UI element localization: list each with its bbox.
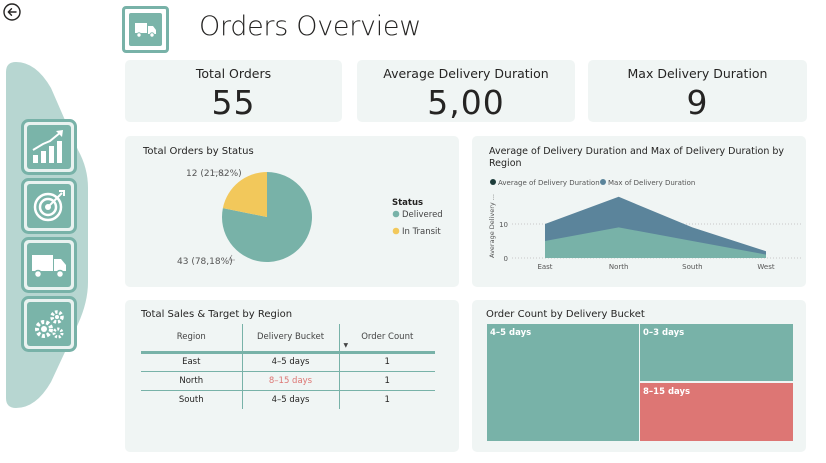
status-pie-chart: 12 (21,82%) 43 (78,18%) Status Delivered… [177,169,443,267]
column-header-delivery-bucket[interactable]: Delivery Bucket [241,324,340,352]
treemap-tile-4-5-days[interactable]: 4–5 days [487,324,639,441]
table-row[interactable]: East 4–5 days 1 [141,352,435,371]
sidebar-nav [6,62,88,408]
delivery-truck-icon [135,23,156,38]
column-header-label: Order Count [361,332,414,343]
nav-analytics-button[interactable] [21,119,77,175]
gears-icon [21,296,77,352]
x-tick-label: West [757,263,774,271]
pie-data-label: 43 (78,18%) [177,257,233,267]
legend-marker [392,210,400,218]
table-cell-region: North [179,375,204,386]
treemap-tile-0-3-days[interactable]: 0–3 days [640,324,793,381]
treemap-tile-label: 8–15 days [643,387,691,397]
duration-area-panel[interactable]: Average of Delivery Duration and Max of … [472,136,806,287]
target-icon [21,178,77,234]
treemap-tile-label: 4–5 days [490,328,532,338]
table-row[interactable]: South 4–5 days 1 [141,390,435,409]
kpi-label: Average Delivery Duration [383,66,549,81]
treemap-tile-label: 0–3 days [643,328,685,338]
table-cell-count: 1 [384,375,390,386]
delivery-truck-icon [21,237,77,293]
kpi-label: Max Delivery Duration [627,66,768,81]
treemap-tile-8-15-days[interactable]: 8–15 days [640,383,793,441]
legend-label: Max of Delivery Duration [608,179,695,187]
panel-title: Total Sales & Target by Region [141,309,293,320]
kpi-card-average-delivery-duration[interactable]: Average Delivery Duration 5,00 [357,60,575,122]
table-cell-count: 1 [384,394,390,405]
nav-targets-button[interactable] [21,178,77,234]
panel-title: Order Count by Delivery Bucket [486,309,645,320]
column-header-region[interactable]: Region [141,324,242,352]
sidebar-background [6,62,88,408]
sales-table-panel[interactable]: Total Sales & Target by Region Region De… [125,300,459,452]
column-header-order-count[interactable]: Order Count ▼ [339,324,435,352]
legend-marker [600,179,606,185]
table-cell-region: South [178,394,204,405]
table-row[interactable]: North 8–15 days 1 [141,371,435,390]
x-tick-label: North [609,263,629,271]
table-cell-bucket: 4–5 days [241,390,340,409]
treemap-panel[interactable]: Order Count by Delivery Bucket 4–5 days … [472,300,806,452]
x-tick-label: East [537,263,552,271]
y-axis-label: Average Delivery ... [488,194,496,258]
kpi-value: 5,00 [427,83,505,122]
orders-logo [122,6,169,53]
nav-orders-button[interactable] [21,237,77,293]
kpi-value: 9 [686,83,709,122]
duration-area-chart: Average of Delivery Duration Max of Deli… [488,179,802,271]
back-arrow-icon [3,3,21,21]
page-title: Orders Overview [199,11,421,42]
legend-label: Delivered [402,210,443,220]
legend-label: Average of Delivery Duration [498,179,600,187]
legend-label: In Transit [402,227,441,237]
table-cell-region: East [182,357,201,367]
status-pie-panel[interactable]: Total Orders by Status 12 (21,82%) 43 (7… [125,136,459,287]
kpi-card-total-orders[interactable]: Total Orders 55 [125,60,342,122]
pie-data-label: 12 (21,82%) [186,169,242,179]
y-tick-label: 0 [504,255,508,263]
sort-desc-icon: ▼ [343,341,349,349]
back-button[interactable] [2,2,22,22]
legend-marker [392,227,400,235]
growth-chart-icon [21,119,77,175]
kpi-label: Total Orders [195,66,272,81]
y-tick-label: 10 [499,221,508,229]
kpi-card-max-delivery-duration[interactable]: Max Delivery Duration 9 [588,60,807,122]
legend-marker [490,179,496,185]
nav-settings-button[interactable] [21,296,77,352]
table-cell-bucket: 4–5 days [241,352,340,371]
sales-table: Region Delivery Bucket Order Count ▼ Eas… [141,324,435,409]
table-cell-count: 1 [384,357,390,367]
table-cell-bucket: 8–15 days [241,371,340,390]
legend-title: Status [392,198,423,208]
x-tick-label: South [682,263,702,271]
kpi-value: 55 [211,83,256,122]
